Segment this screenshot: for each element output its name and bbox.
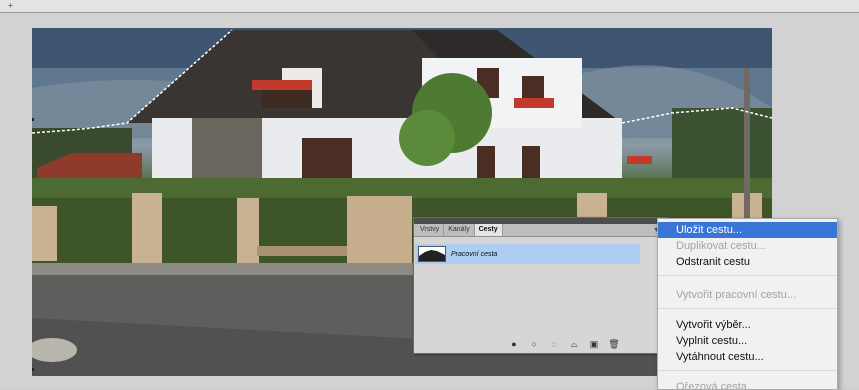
menu-item-fill-path[interactable]: Vyplnit cestu...	[658, 333, 837, 349]
path-list-item[interactable]: Pracovní cesta	[415, 244, 640, 264]
panel-header-bar[interactable]: ◂◂	[414, 215, 667, 224]
stroke-path-icon[interactable]: ○	[529, 339, 539, 349]
menu-item-save-path[interactable]: Uložit cestu...	[658, 222, 837, 238]
menu-item-duplicate-path: Duplikovat cestu...	[676, 240, 766, 252]
path-anchor-point[interactable]	[32, 118, 34, 121]
menu-item-make-selection[interactable]: Vytvořit výběr...	[658, 317, 837, 333]
delete-path-icon[interactable]: 🗑	[608, 339, 619, 349]
paths-context-menu: Uložit cestu... Duplikovat cestu... Odst…	[657, 218, 838, 390]
fill-path-icon[interactable]: ●	[509, 339, 519, 349]
panel-footer: ● ○ ◌ ⌓ ▣ 🗑	[509, 339, 619, 350]
tab-layers[interactable]: Vrstvy	[416, 224, 445, 236]
tab-channels[interactable]: Kanály	[444, 224, 475, 236]
menu-item-delete-path[interactable]: Odstranit cestu	[658, 254, 837, 270]
new-path-icon[interactable]: ▣	[589, 339, 599, 349]
menu-separator	[658, 275, 837, 276]
options-bar: +	[0, 0, 859, 13]
panel-tabs: Vrstvy Kanály Cesty ▾≡	[414, 224, 667, 237]
menu-separator	[658, 308, 837, 309]
path-name-label: Pracovní cesta	[451, 250, 498, 258]
menu-item-make-work-path: Vytvořit pracovní cestu...	[676, 289, 797, 301]
menu-separator	[658, 370, 837, 371]
path-anchor-point[interactable]	[32, 368, 34, 371]
top-strip-mark: +	[8, 1, 13, 10]
tab-paths[interactable]: Cesty	[474, 224, 503, 236]
load-selection-icon[interactable]: ◌	[549, 339, 559, 349]
menu-item-clipping-path: Ořezová cesta...	[676, 381, 757, 390]
path-thumbnail	[418, 246, 446, 262]
paths-panel: ◂◂ Vrstvy Kanály Cesty ▾≡ Pracovní cesta…	[413, 215, 668, 354]
make-path-icon[interactable]: ⌓	[569, 339, 579, 349]
menu-item-stroke-path[interactable]: Vytáhnout cestu...	[658, 349, 837, 365]
